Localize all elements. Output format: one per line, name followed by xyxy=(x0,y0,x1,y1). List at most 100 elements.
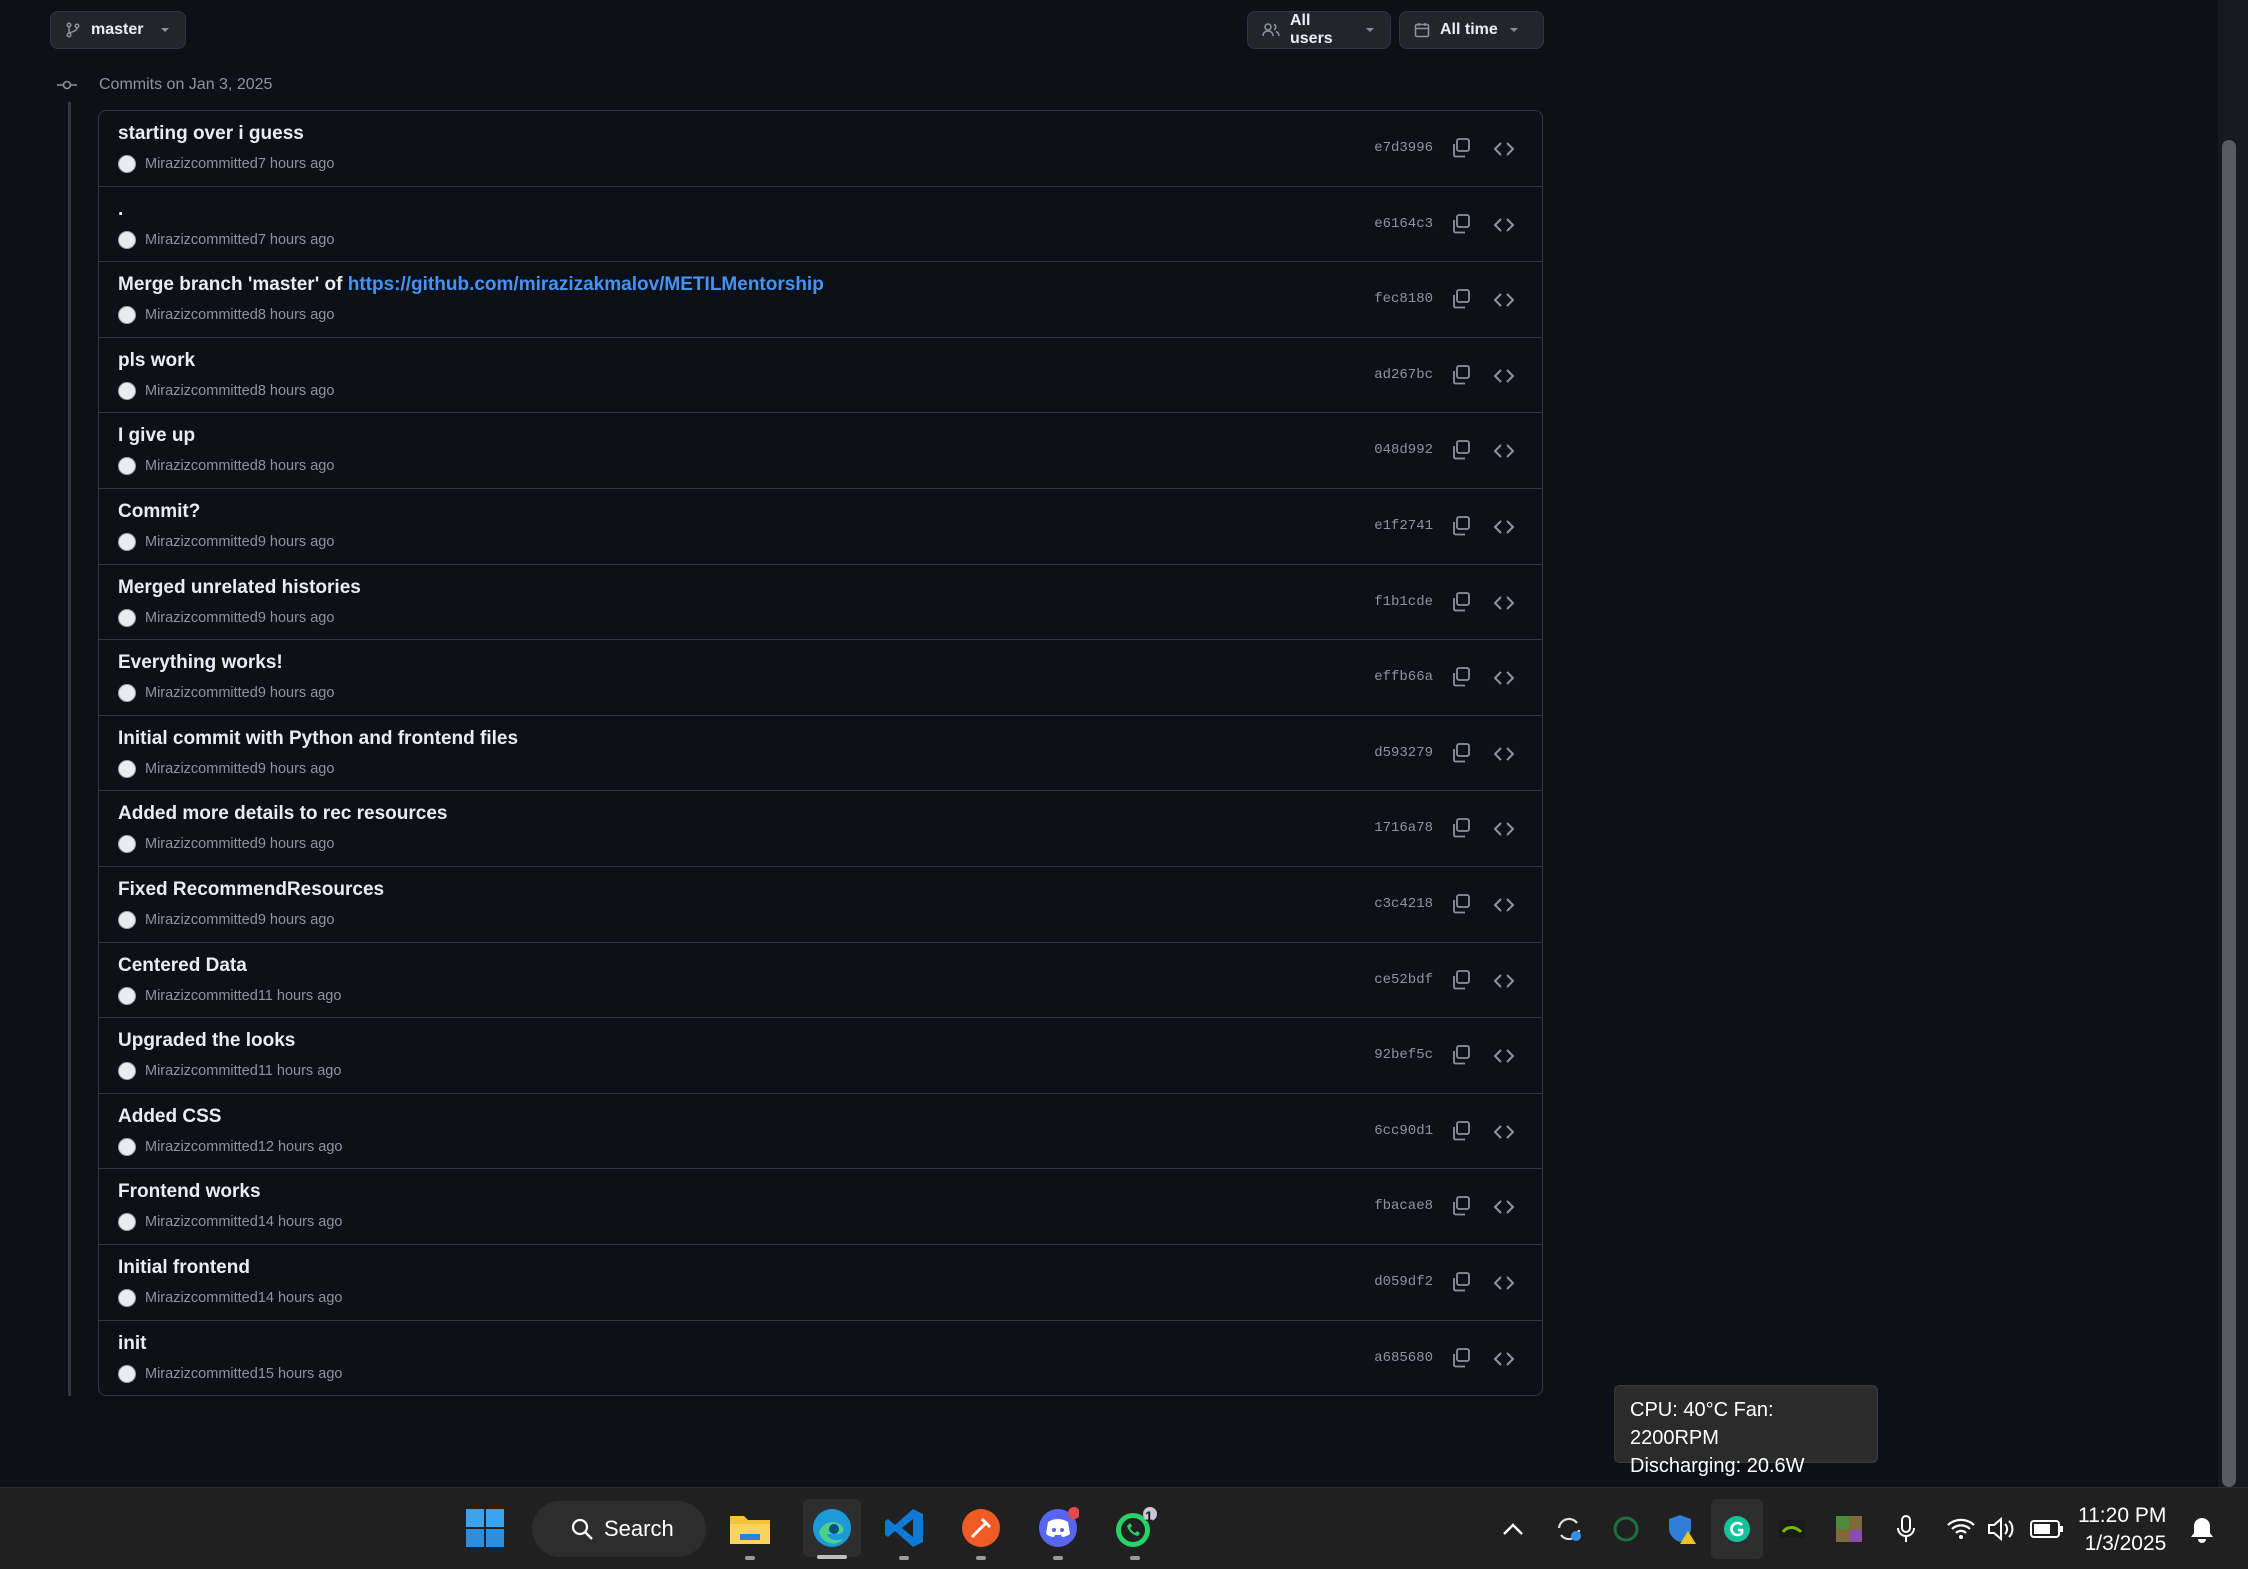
commit-sha-link[interactable]: d593279 xyxy=(1374,745,1433,761)
commit-row[interactable]: Initial commit with Python and frontend … xyxy=(99,716,1542,792)
copy-icon[interactable] xyxy=(1450,969,1472,991)
avatar[interactable] xyxy=(118,684,136,703)
commit-sha-link[interactable]: 1716a78 xyxy=(1374,820,1433,836)
commit-author[interactable]: Miraziz xyxy=(145,1214,191,1230)
defender-tray-button[interactable] xyxy=(1662,1508,1702,1550)
avatar[interactable] xyxy=(118,1213,136,1232)
copy-icon[interactable] xyxy=(1450,1120,1472,1142)
commit-author[interactable]: Miraziz xyxy=(145,685,191,701)
commit-message[interactable]: Fixed RecommendResources xyxy=(118,879,384,901)
commit-message-text[interactable]: starting over i guess xyxy=(118,123,304,144)
discord-button[interactable] xyxy=(1034,1504,1082,1560)
commit-row[interactable]: Upgraded the looks Miraziz committed 11 h… xyxy=(99,1018,1542,1094)
commit-message-text[interactable]: Commit? xyxy=(118,501,200,522)
avatar[interactable] xyxy=(118,759,136,778)
commit-message[interactable]: Commit? xyxy=(118,501,200,523)
commit-message[interactable]: Merge branch 'master' of https://github.… xyxy=(118,274,824,296)
browse-code-icon[interactable] xyxy=(1493,667,1515,689)
commit-author[interactable]: Miraziz xyxy=(145,761,191,777)
commit-sha-link[interactable]: a685680 xyxy=(1374,1350,1433,1366)
commit-message-text[interactable]: Centered Data xyxy=(118,955,247,976)
commit-sha-link[interactable]: ad267bc xyxy=(1374,367,1433,383)
commit-row[interactable]: Merge branch 'master' of https://github.… xyxy=(99,262,1542,338)
avatar[interactable] xyxy=(118,457,136,476)
avatar[interactable] xyxy=(118,1288,136,1307)
taskbar-search[interactable]: Search xyxy=(532,1501,706,1557)
browse-code-icon[interactable] xyxy=(1493,1045,1515,1067)
commit-message[interactable]: I give up xyxy=(118,425,195,447)
commit-author[interactable]: Miraziz xyxy=(145,1063,191,1079)
sync-tray-button[interactable] xyxy=(1549,1508,1589,1550)
browse-code-icon[interactable] xyxy=(1493,743,1515,765)
battery-tray-button[interactable] xyxy=(2025,1508,2069,1550)
commit-row[interactable]: Everything works! Miraziz committed 9 hou… xyxy=(99,640,1542,716)
avatar[interactable] xyxy=(118,306,136,325)
commit-author[interactable]: Miraziz xyxy=(145,232,191,248)
xbox-tray-button[interactable] xyxy=(1606,1508,1646,1550)
commit-message[interactable]: Everything works! xyxy=(118,652,283,674)
commit-row[interactable]: I give up Miraziz committed 8 hours ago 04… xyxy=(99,413,1542,489)
commit-message-text[interactable]: Initial frontend xyxy=(118,1257,250,1278)
commit-row[interactable]: pls work Miraziz committed 8 hours ago ad2… xyxy=(99,338,1542,414)
commit-message-text[interactable]: Everything works! xyxy=(118,652,283,673)
commit-row[interactable]: Added CSS Miraziz committed 12 hours ago 6… xyxy=(99,1094,1542,1170)
browse-code-icon[interactable] xyxy=(1493,592,1515,614)
commit-message[interactable]: init xyxy=(118,1333,147,1355)
browse-code-icon[interactable] xyxy=(1493,365,1515,387)
browse-code-icon[interactable] xyxy=(1493,214,1515,236)
volume-tray-button[interactable] xyxy=(1981,1508,2021,1550)
wifi-tray-button[interactable] xyxy=(1941,1508,1981,1550)
commit-row[interactable]: Centered Data Miraziz committed 11 hours … xyxy=(99,943,1542,1019)
browse-code-icon[interactable] xyxy=(1493,289,1515,311)
commit-author[interactable]: Miraziz xyxy=(145,1366,191,1382)
commit-sha-link[interactable]: 6cc90d1 xyxy=(1374,1123,1433,1139)
commit-message[interactable]: Added more details to rec resources xyxy=(118,803,447,825)
browse-code-icon[interactable] xyxy=(1493,440,1515,462)
postman-button[interactable] xyxy=(957,1504,1005,1560)
commit-sha-link[interactable]: effb66a xyxy=(1374,669,1433,685)
copy-icon[interactable] xyxy=(1450,137,1472,159)
copy-icon[interactable] xyxy=(1450,591,1472,613)
avatar[interactable] xyxy=(118,835,136,854)
copy-icon[interactable] xyxy=(1450,817,1472,839)
copy-icon[interactable] xyxy=(1450,288,1472,310)
commit-author[interactable]: Miraziz xyxy=(145,1290,191,1306)
commit-row[interactable]: Frontend works Miraziz committed 14 hours… xyxy=(99,1169,1542,1245)
commit-author[interactable]: Miraziz xyxy=(145,156,191,172)
commit-message[interactable]: starting over i guess xyxy=(118,123,304,145)
commit-sha-link[interactable]: 048d992 xyxy=(1374,442,1433,458)
avatar[interactable] xyxy=(118,1137,136,1156)
commit-sha-link[interactable]: fbacae8 xyxy=(1374,1198,1433,1214)
commit-message-text[interactable]: Initial commit with Python and frontend … xyxy=(118,728,518,749)
avatar[interactable] xyxy=(118,155,136,173)
copy-icon[interactable] xyxy=(1450,893,1472,915)
commit-row[interactable]: Fixed RecommendResources Miraziz committe… xyxy=(99,867,1542,943)
browse-code-icon[interactable] xyxy=(1493,818,1515,840)
commit-sha-link[interactable]: c3c4218 xyxy=(1374,896,1433,912)
commit-row[interactable]: init Miraziz committed 15 hours ago a68568… xyxy=(99,1321,1542,1396)
avatar[interactable] xyxy=(118,532,136,551)
microphone-tray-button[interactable] xyxy=(1886,1508,1926,1550)
commit-author[interactable]: Miraziz xyxy=(145,307,191,323)
commit-row[interactable]: . Miraziz committed 7 hours ago e6164c3 xyxy=(99,187,1542,263)
avatar[interactable] xyxy=(118,910,136,929)
avatar[interactable] xyxy=(118,986,136,1005)
users-filter[interactable]: All users xyxy=(1247,11,1391,49)
commit-author[interactable]: Miraziz xyxy=(145,912,191,928)
copy-icon[interactable] xyxy=(1450,1195,1472,1217)
browse-code-icon[interactable] xyxy=(1493,970,1515,992)
branch-selector[interactable]: master xyxy=(50,11,186,49)
commit-message-text[interactable]: Frontend works xyxy=(118,1181,261,1202)
copy-icon[interactable] xyxy=(1450,213,1472,235)
commit-sha-link[interactable]: e6164c3 xyxy=(1374,216,1433,232)
avatar[interactable] xyxy=(118,381,136,400)
app-tray-button[interactable] xyxy=(1829,1508,1869,1550)
whatsapp-button[interactable]: 1 xyxy=(1111,1504,1159,1560)
grammarly-tray-button[interactable] xyxy=(1711,1499,1763,1559)
commit-sha-link[interactable]: d059df2 xyxy=(1374,1274,1433,1290)
copy-icon[interactable] xyxy=(1450,439,1472,461)
browse-code-icon[interactable] xyxy=(1493,894,1515,916)
browse-code-icon[interactable] xyxy=(1493,1272,1515,1294)
browse-code-icon[interactable] xyxy=(1493,1121,1515,1143)
commit-message[interactable]: Upgraded the looks xyxy=(118,1030,295,1052)
